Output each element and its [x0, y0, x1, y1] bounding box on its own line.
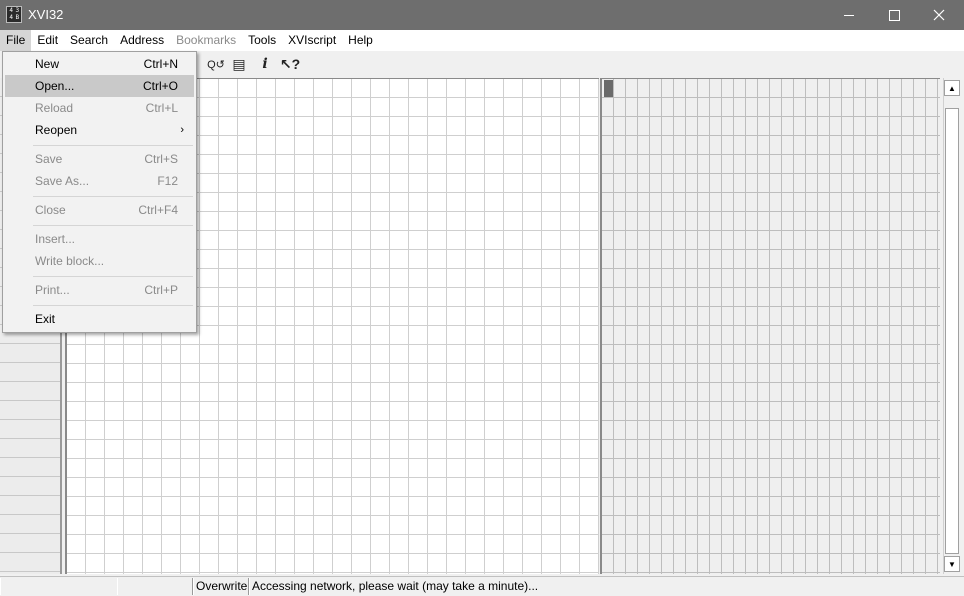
close-icon	[933, 9, 945, 21]
scroll-down-button[interactable]: ▼	[944, 556, 960, 572]
menu-item-write-block[interactable]: Write block...	[5, 250, 194, 272]
app-icon[interactable]: 4 3 4 B	[6, 6, 22, 23]
menu-item-reload[interactable]: Reload Ctrl+L	[5, 97, 194, 119]
info-button[interactable]: i	[254, 54, 276, 74]
properties-button[interactable]: ▤	[228, 54, 250, 74]
status-message: Accessing network, please wait (may take…	[249, 578, 952, 595]
menu-item-new[interactable]: New Ctrl+N	[5, 53, 194, 75]
menu-item-save-as[interactable]: Save As... F12	[5, 170, 194, 192]
menu-separator	[33, 225, 193, 226]
close-button[interactable]	[916, 0, 962, 30]
text-grid[interactable]	[600, 78, 940, 574]
info-icon: i	[262, 56, 268, 72]
menu-item-open[interactable]: Open... Ctrl+O	[5, 75, 194, 97]
menu-xviscript[interactable]: XVIscript	[282, 30, 342, 51]
status-panel-value	[117, 578, 193, 595]
menu-item-save[interactable]: Save Ctrl+S	[5, 148, 194, 170]
window-title: XVI32	[28, 7, 64, 22]
cursor-caret	[604, 80, 613, 97]
menu-item-insert[interactable]: Insert...	[5, 228, 194, 250]
menu-address[interactable]: Address	[114, 30, 170, 51]
arrow-up-icon: ▲	[948, 83, 956, 93]
properties-icon: ▤	[232, 55, 246, 72]
menu-item-reopen[interactable]: Reopen ›	[5, 119, 194, 141]
find-replace-button[interactable]: Q↺	[205, 54, 227, 74]
menu-help[interactable]: Help	[342, 30, 379, 51]
menu-file[interactable]: File	[0, 30, 32, 51]
title-bar: 4 3 4 B XVI32	[0, 0, 964, 30]
menu-bookmarks[interactable]: Bookmarks	[170, 30, 242, 51]
maximize-button[interactable]	[871, 0, 917, 30]
status-panel-offset	[0, 578, 118, 595]
menu-item-close[interactable]: Close Ctrl+F4	[5, 199, 194, 221]
menu-tools[interactable]: Tools	[242, 30, 282, 51]
menu-edit[interactable]: Edit	[31, 30, 64, 51]
menu-search[interactable]: Search	[64, 30, 114, 51]
context-help-icon: ↖?	[279, 55, 301, 72]
scroll-thumb[interactable]	[945, 108, 959, 554]
vertical-scrollbar[interactable]: ▲ ▼	[943, 78, 960, 574]
minimize-button[interactable]	[826, 0, 872, 30]
menu-separator	[33, 305, 193, 306]
chevron-right-icon: ›	[180, 124, 184, 136]
file-menu-dropdown: New Ctrl+N Open... Ctrl+O Reload Ctrl+L …	[2, 51, 197, 333]
menu-item-print[interactable]: Print... Ctrl+P	[5, 279, 194, 301]
status-mode: Overwrite	[193, 578, 249, 595]
menu-bar: File Edit Search Address Bookmarks Tools…	[0, 30, 964, 51]
menu-item-exit[interactable]: Exit	[5, 308, 194, 330]
menu-separator	[33, 196, 193, 197]
find-replace-icon: Q↺	[207, 58, 225, 71]
context-help-button[interactable]: ↖?	[279, 54, 301, 74]
status-bar: Overwrite Accessing network, please wait…	[0, 576, 964, 596]
scroll-up-button[interactable]: ▲	[944, 80, 960, 96]
menu-separator	[33, 276, 193, 277]
menu-separator	[33, 145, 193, 146]
arrow-down-icon: ▼	[948, 559, 956, 569]
